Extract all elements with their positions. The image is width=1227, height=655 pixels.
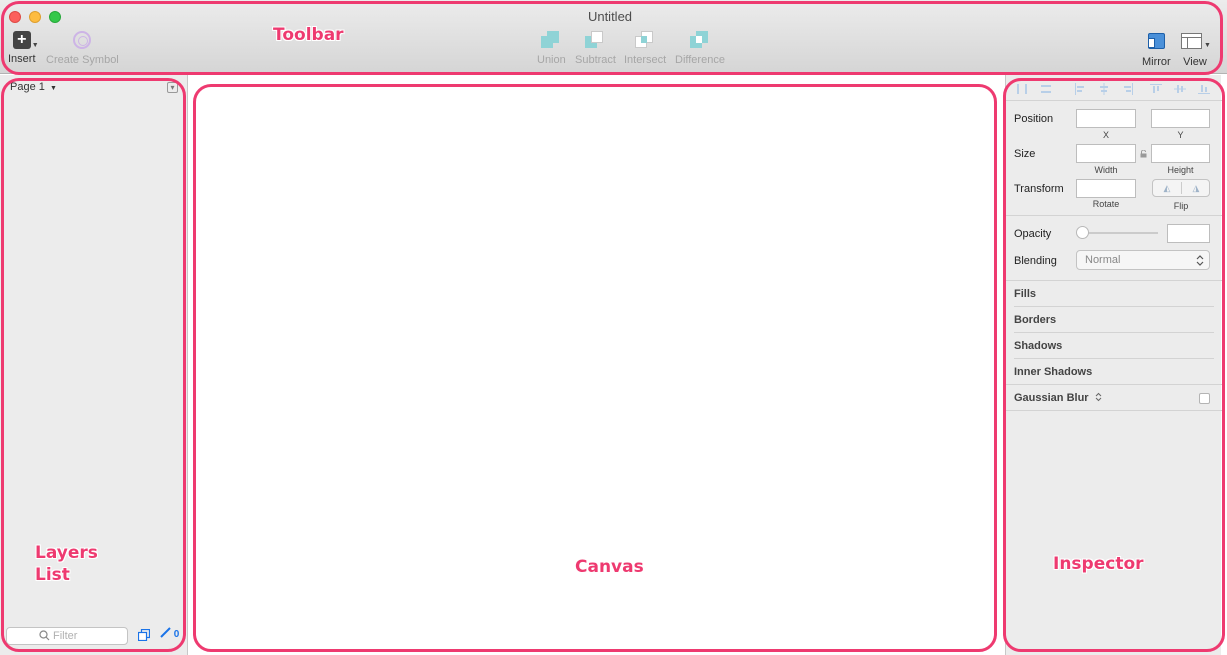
toolbar-annotation: Toolbar [273, 25, 344, 45]
layers-annotation-line2: List [35, 565, 70, 585]
canvas-annotation: Canvas [575, 557, 644, 577]
layers-annotation-line1: Layers [35, 543, 98, 563]
layers-annotation-outline [1, 78, 186, 652]
inspector-annotation: Inspector [1053, 554, 1144, 574]
toolbar-annotation-outline [1, 1, 1223, 75]
sketch-window: Untitled + ▼ Insert Create Symbol Union [0, 0, 1227, 655]
